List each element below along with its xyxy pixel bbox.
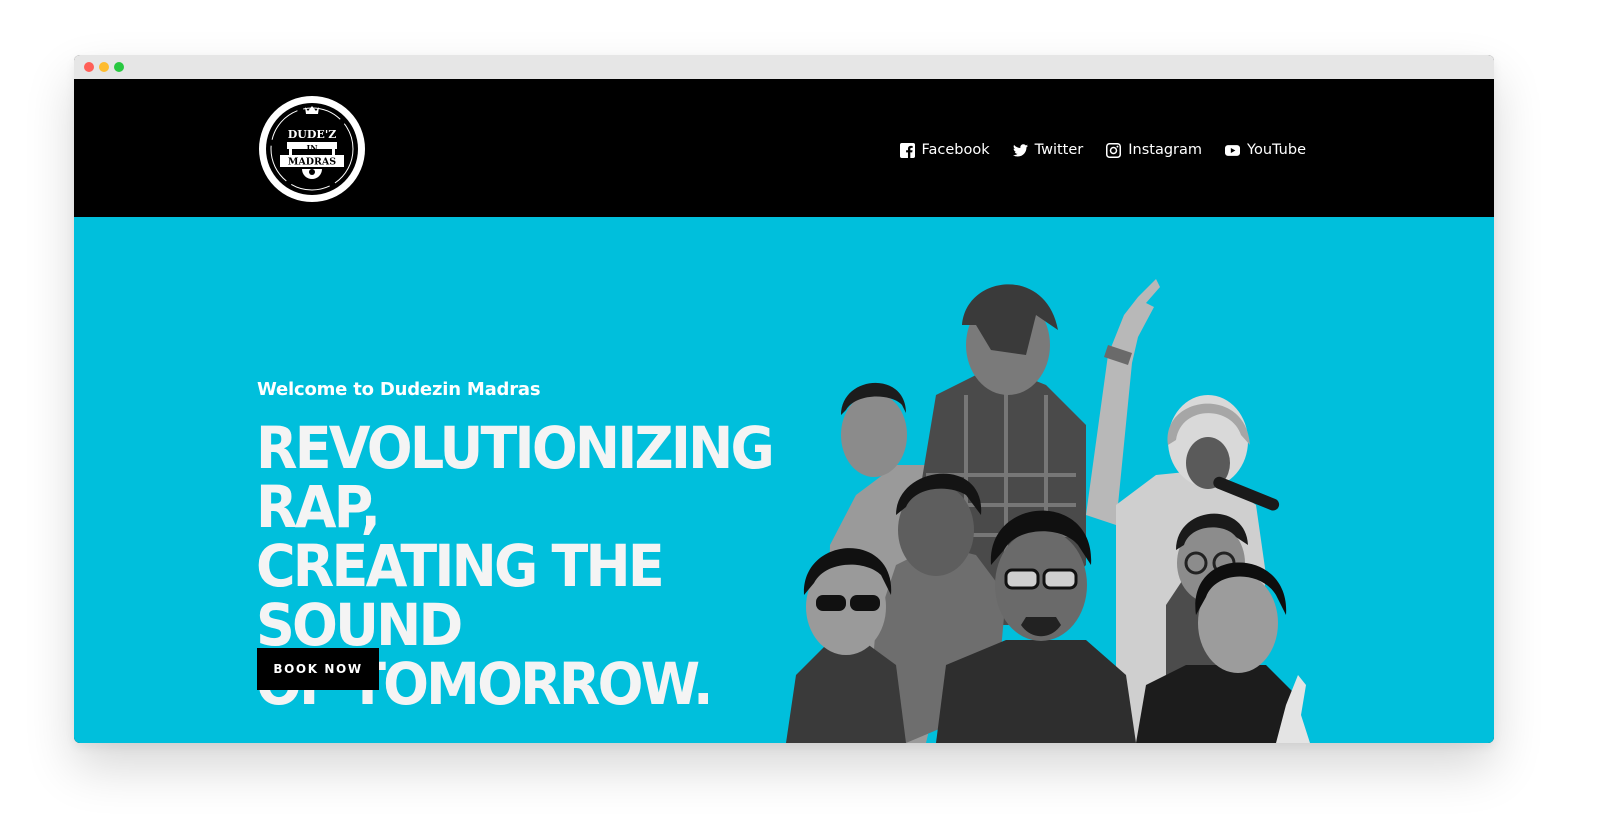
nav-youtube-label: YouTube xyxy=(1247,142,1306,158)
headline-line-1: REVOLUTIONIZING RAP, xyxy=(256,414,775,541)
book-now-button[interactable]: BOOK NOW xyxy=(257,648,379,690)
nav-twitter-label: Twitter xyxy=(1034,142,1084,158)
nav-twitter[interactable]: Twitter xyxy=(1012,142,1084,158)
nav-youtube[interactable]: YouTube xyxy=(1225,142,1306,158)
close-window-dot[interactable] xyxy=(84,62,94,72)
svg-text:IN: IN xyxy=(306,143,317,153)
welcome-heading: Welcome to Dudezin Madras xyxy=(257,379,541,400)
browser-window: DUDE'Z IN MADRAS Facebook Twitter Instag… xyxy=(74,55,1494,743)
window-titlebar xyxy=(74,55,1494,79)
social-nav: Facebook Twitter Instagram YouTube xyxy=(877,139,1306,161)
dudez-in-madras-logo[interactable]: DUDE'Z IN MADRAS xyxy=(258,95,366,203)
headline-line-2: CREATING THE SOUND xyxy=(256,532,665,659)
minimize-window-dot[interactable] xyxy=(99,62,109,72)
svg-text:DUDE'Z: DUDE'Z xyxy=(288,128,336,141)
youtube-icon xyxy=(1225,144,1241,156)
nav-instagram-label: Instagram xyxy=(1128,142,1203,158)
nav-facebook[interactable]: Facebook xyxy=(899,142,990,158)
svg-text:MADRAS: MADRAS xyxy=(288,157,336,168)
maximize-window-dot[interactable] xyxy=(114,62,124,72)
hero-section: Welcome to Dudezin Madras REVOLUTIONIZIN… xyxy=(74,217,1494,743)
twitter-icon xyxy=(1012,143,1028,156)
artists-group-photo xyxy=(786,279,1310,743)
nav-facebook-label: Facebook xyxy=(921,142,990,158)
facebook-icon xyxy=(899,142,915,158)
nav-instagram[interactable]: Instagram xyxy=(1106,142,1202,158)
instagram-icon xyxy=(1106,142,1122,158)
site-header: DUDE'Z IN MADRAS Facebook Twitter Instag… xyxy=(74,79,1494,217)
